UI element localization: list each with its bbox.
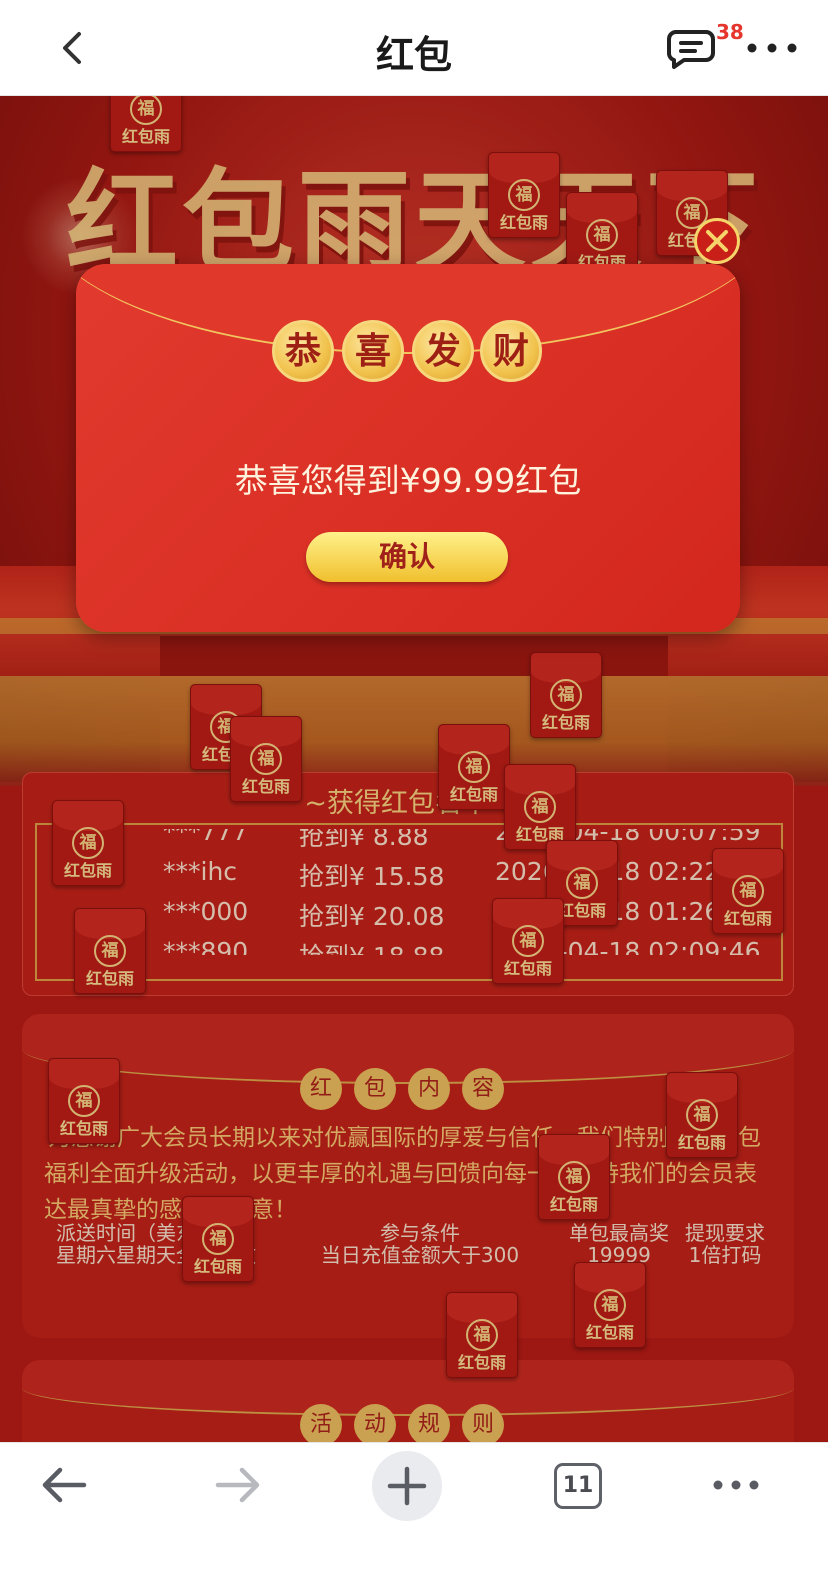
arrow-left-icon <box>42 1467 87 1503</box>
messages-button[interactable] <box>666 26 716 70</box>
coin-char: 喜 <box>342 320 404 382</box>
red-envelope-modal: 恭 喜 发 财 恭喜您得到¥99.99红包 确认 <box>76 264 740 632</box>
close-icon <box>706 230 728 252</box>
tabs-button[interactable]: 11 <box>554 1463 602 1509</box>
bottom-toolbar: 11 <box>0 1442 828 1596</box>
more-menu-button[interactable] <box>744 30 800 66</box>
more-dots-icon <box>713 1480 759 1490</box>
message-count-badge: 38 <box>716 20 744 44</box>
browser-forward-button[interactable] <box>206 1457 266 1513</box>
close-button[interactable] <box>694 218 740 264</box>
toolbar-more-button[interactable] <box>706 1457 766 1513</box>
envelope-flap <box>76 264 740 354</box>
arrow-right-icon <box>215 1467 260 1503</box>
chat-bubble-icon <box>667 30 715 69</box>
plus-icon <box>387 1466 427 1506</box>
top-nav-bar: 红包 38 <box>0 0 828 96</box>
more-dots-icon <box>747 43 797 53</box>
browser-page: 红包 38 红包雨天天下 ~获得红包名单~ ***777 抢到¥ 8.88 20… <box>0 0 828 1596</box>
coin-char: 恭 <box>272 320 334 382</box>
coin-char: 财 <box>480 320 542 382</box>
browser-back-button[interactable] <box>36 1457 96 1513</box>
confirm-button[interactable]: 确认 <box>306 532 508 582</box>
new-tab-button[interactable] <box>372 1451 442 1521</box>
prize-message: 恭喜您得到¥99.99红包 <box>234 461 582 500</box>
coin-char: 发 <box>412 320 474 382</box>
